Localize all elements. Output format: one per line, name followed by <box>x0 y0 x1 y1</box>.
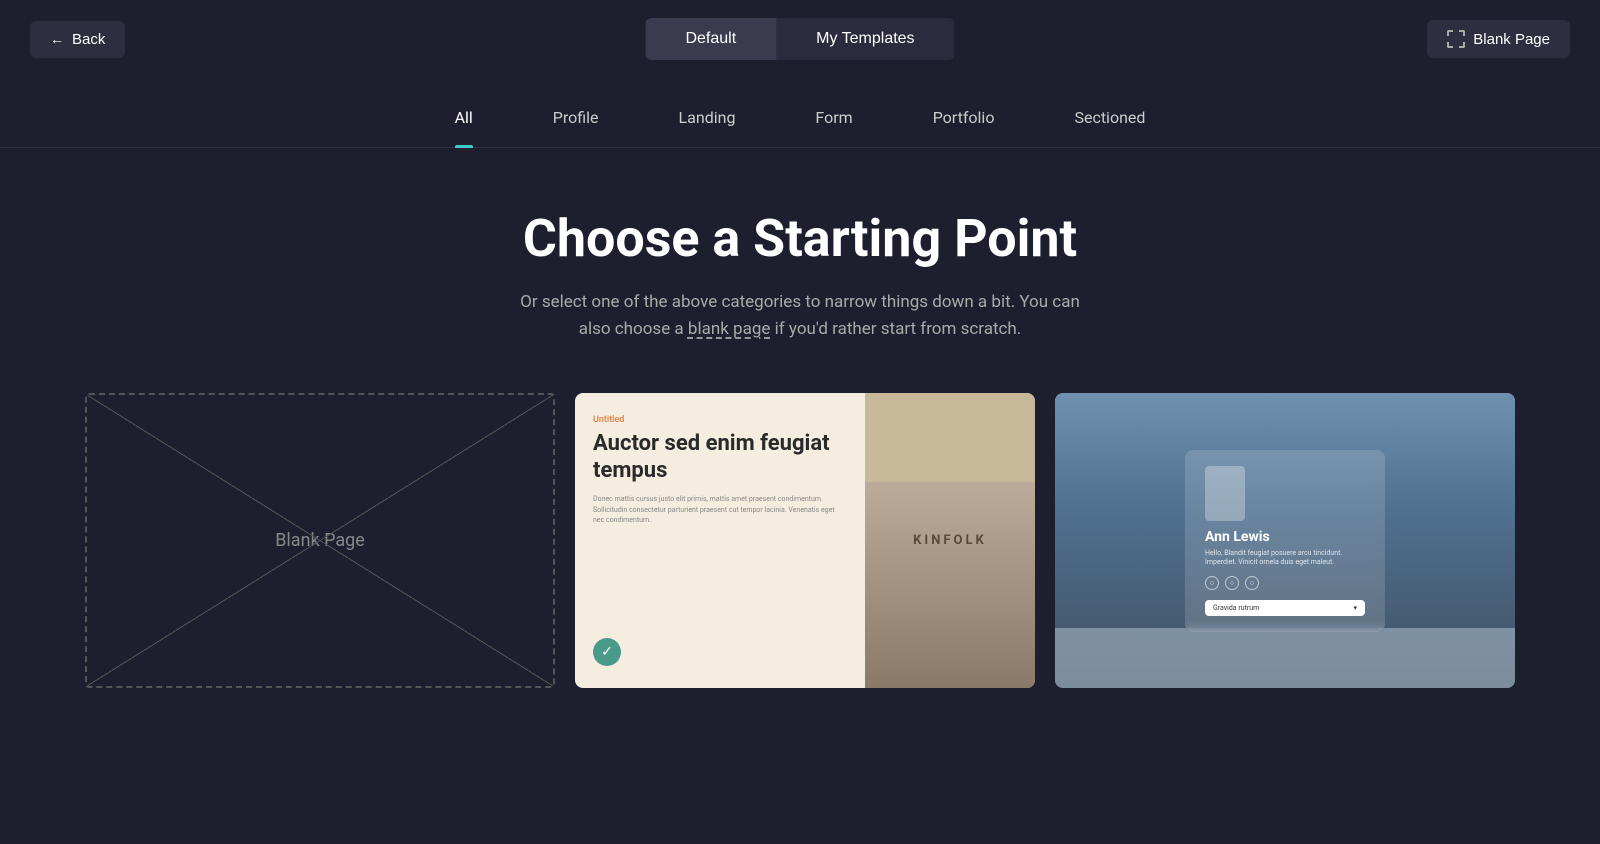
profile-bottom-thumbnail <box>1055 628 1515 688</box>
landing-card-title: Auctor sed enim feugiat tempus <box>593 431 847 484</box>
landing-card-btn[interactable]: ✓ <box>593 638 621 666</box>
tab-group: Default My Templates <box>645 18 954 60</box>
category-sectioned[interactable]: Sectioned <box>1074 108 1145 147</box>
category-form[interactable]: Form <box>815 108 852 147</box>
header: ← Back Default My Templates Blank Page <box>0 0 1600 78</box>
tab-default[interactable]: Default <box>645 18 776 60</box>
profile-cta-button[interactable]: Gravida rutrum ▾ <box>1205 600 1365 616</box>
profile-cta-label: Gravida rutrum <box>1213 604 1259 612</box>
landing-card-image: KINFOLK <box>865 393 1035 688</box>
profile-template-card[interactable]: Ann Lewis Hello, Blandit feugiat posuere… <box>1055 393 1515 688</box>
category-portfolio[interactable]: Portfolio <box>933 108 995 147</box>
category-all[interactable]: All <box>455 108 473 147</box>
blank-page-header-icon <box>1447 30 1465 48</box>
kinfolk-title: KINFOLK <box>913 533 987 548</box>
landing-template-card[interactable]: Untitled Auctor sed enim feugiat tempus … <box>575 393 1035 688</box>
profile-social-icon-2: ○ <box>1225 576 1239 590</box>
blank-page-card[interactable]: Blank Page <box>85 393 555 688</box>
profile-widget: Ann Lewis Hello, Blandit feugiat posuere… <box>1185 450 1385 633</box>
profile-social-icon-1: ○ <box>1205 576 1219 590</box>
hero-title: Choose a Starting Point <box>20 208 1580 269</box>
blank-card-label: Blank Page <box>275 530 365 551</box>
kinfolk-cover: KINFOLK <box>865 393 1035 688</box>
blank-page-link[interactable]: blank page <box>688 319 771 339</box>
category-landing[interactable]: Landing <box>679 108 736 147</box>
landing-card-body: Donec mattis cursus justo elit primis, m… <box>593 494 847 526</box>
landing-card-tag: Untitled <box>593 415 847 425</box>
checkmark-icon: ✓ <box>601 644 613 660</box>
profile-social-icon-3: ○ <box>1245 576 1259 590</box>
back-label: Back <box>72 31 105 48</box>
landing-card-content: Untitled Auctor sed enim feugiat tempus … <box>575 393 865 688</box>
profile-name: Ann Lewis <box>1205 529 1365 545</box>
profile-cta-chevron: ▾ <box>1353 604 1357 612</box>
hero-section: Choose a Starting Point Or select one of… <box>0 148 1600 393</box>
profile-social-icons: ○ ○ ○ <box>1205 576 1365 590</box>
back-arrow-icon: ← <box>50 31 64 47</box>
profile-avatar <box>1205 466 1245 521</box>
kinfolk-person-bg <box>865 482 1035 689</box>
blank-page-header-label: Blank Page <box>1473 31 1550 48</box>
category-nav: All Profile Landing Form Portfolio Secti… <box>0 78 1600 148</box>
hero-subtitle: Or select one of the above categories to… <box>520 289 1080 343</box>
back-button[interactable]: ← Back <box>30 21 125 58</box>
profile-description: Hello, Blandit feugiat posuere arcu tinc… <box>1205 549 1365 569</box>
blank-page-header-button[interactable]: Blank Page <box>1427 20 1570 58</box>
templates-grid: Blank Page Untitled Auctor sed enim feug… <box>0 393 1600 688</box>
tab-my-templates[interactable]: My Templates <box>776 18 954 60</box>
category-profile[interactable]: Profile <box>553 108 599 147</box>
